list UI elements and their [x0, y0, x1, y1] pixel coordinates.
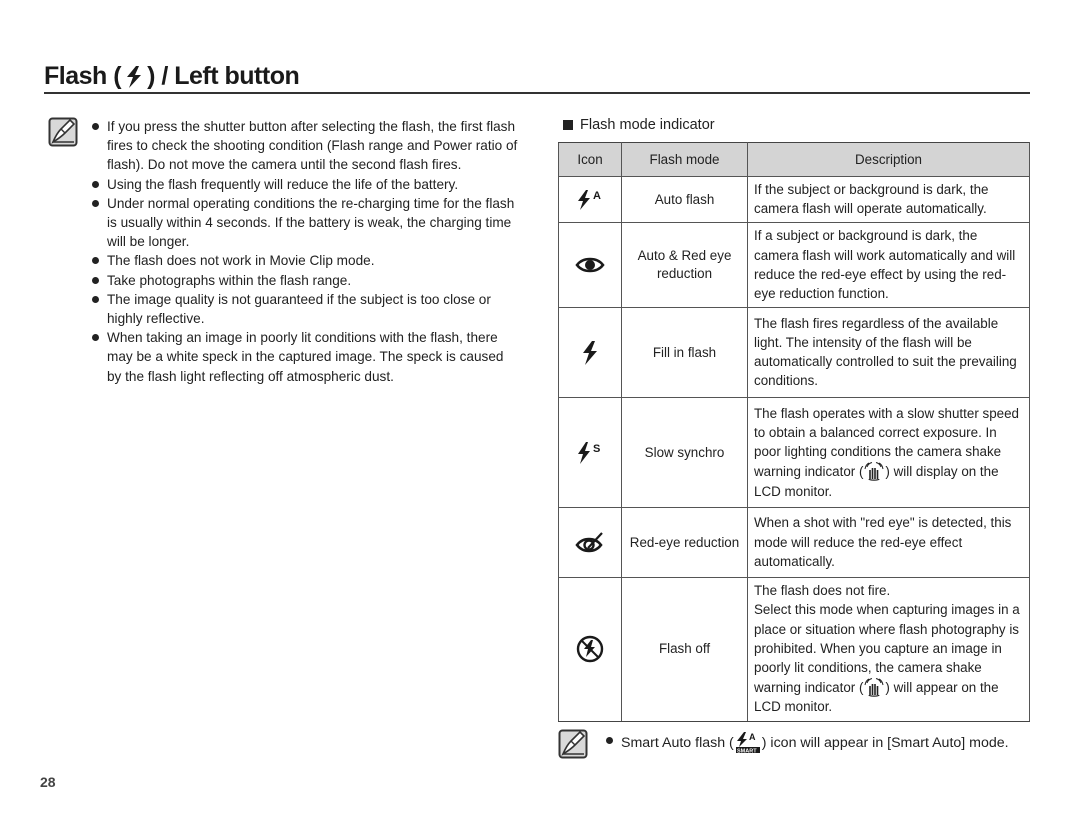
mode-description: The flash fires regardless of the availa… — [747, 307, 1030, 399]
table-row: S Slow synchro The flash operates with a… — [558, 397, 1030, 509]
svg-text:SMART: SMART — [737, 748, 757, 753]
mode-label: Fill in flash — [621, 307, 748, 399]
section-title: Flash mode indicator — [580, 117, 715, 133]
desc-text: The flash does not fire. — [754, 583, 891, 599]
flash-icon — [127, 65, 142, 88]
notes-list: If you press the shutter button after se… — [90, 117, 520, 386]
header-description: Description — [747, 142, 1030, 177]
note-item: Take photographs within the flash range. — [90, 271, 520, 290]
svg-text:S: S — [593, 443, 600, 455]
mode-description: The flash operates with a slow shutter s… — [747, 397, 1030, 509]
smart-auto-note: Smart Auto flash ( A SMART ) icon will a… — [604, 731, 1041, 753]
header-icon: Icon — [558, 142, 622, 177]
flash-mode-table: Icon Flash mode Description A Auto flash… — [558, 142, 1030, 722]
note-pencil-icon — [48, 117, 78, 147]
smart-auto-flash-icon: A SMART — [735, 732, 760, 753]
slow-synchro-icon: S — [578, 441, 600, 464]
section-heading: Flash mode indicator — [563, 117, 715, 133]
note-item: The flash does not work in Movie Clip mo… — [90, 251, 520, 270]
red-eye-auto-icon — [575, 258, 605, 273]
mode-label: Auto & Red eye reduction — [621, 222, 748, 309]
mode-label: Red-eye reduction — [621, 507, 748, 579]
note-pencil-icon — [558, 729, 588, 759]
note-item: Using the flash frequently will reduce t… — [90, 175, 520, 194]
page-title: Flash ( ) / Left button — [44, 62, 300, 91]
table-row: Red-eye reduction When a shot with "red … — [558, 507, 1030, 579]
table-row: Fill in flash The flash fires regardless… — [558, 307, 1030, 399]
svg-text:A: A — [749, 732, 756, 742]
title-suffix: ) / Left button — [147, 62, 300, 90]
square-bullet-icon — [563, 120, 573, 130]
note-item: When taking an image in poorly lit condi… — [90, 328, 520, 386]
mode-description: If a subject or background is dark, the … — [747, 222, 1030, 309]
table-row: A Auto flash If the subject or backgroun… — [558, 175, 1030, 224]
title-prefix: Flash ( — [44, 62, 122, 90]
table-header-row: Icon Flash mode Description — [558, 142, 1030, 177]
table-row: Auto & Red eye reduction If a subject or… — [558, 222, 1030, 309]
table-row: Flash off The flash does not fire. Select… — [558, 577, 1030, 722]
mode-label: Auto flash — [621, 175, 748, 224]
header-flash-mode: Flash mode — [621, 142, 748, 177]
red-eye-fix-icon — [575, 531, 603, 553]
auto-flash-icon: A — [578, 189, 601, 210]
mode-description: If the subject or background is dark, th… — [747, 175, 1030, 224]
mode-label: Flash off — [621, 577, 748, 722]
flash-off-icon — [576, 636, 604, 663]
page-number: 28 — [40, 774, 56, 790]
fill-flash-icon — [583, 340, 597, 365]
note-item: Under normal operating conditions the re… — [90, 194, 520, 252]
svg-text:A: A — [593, 190, 601, 202]
camera-shake-icon — [864, 462, 884, 482]
mode-label: Slow synchro — [621, 397, 748, 509]
camera-shake-icon — [864, 678, 884, 697]
mode-description: The flash does not fire. Select this mode… — [747, 577, 1030, 722]
mode-description: When a shot with "red eye" is detected, … — [747, 507, 1030, 579]
note-text: ) icon will appear in [Smart Auto] mode. — [761, 735, 1009, 751]
note-item: If you press the shutter button after se… — [90, 117, 520, 175]
note-item: The image quality is not guaranteed if t… — [90, 290, 520, 328]
note-text: Smart Auto flash ( — [621, 735, 734, 751]
title-underline — [44, 92, 1030, 94]
